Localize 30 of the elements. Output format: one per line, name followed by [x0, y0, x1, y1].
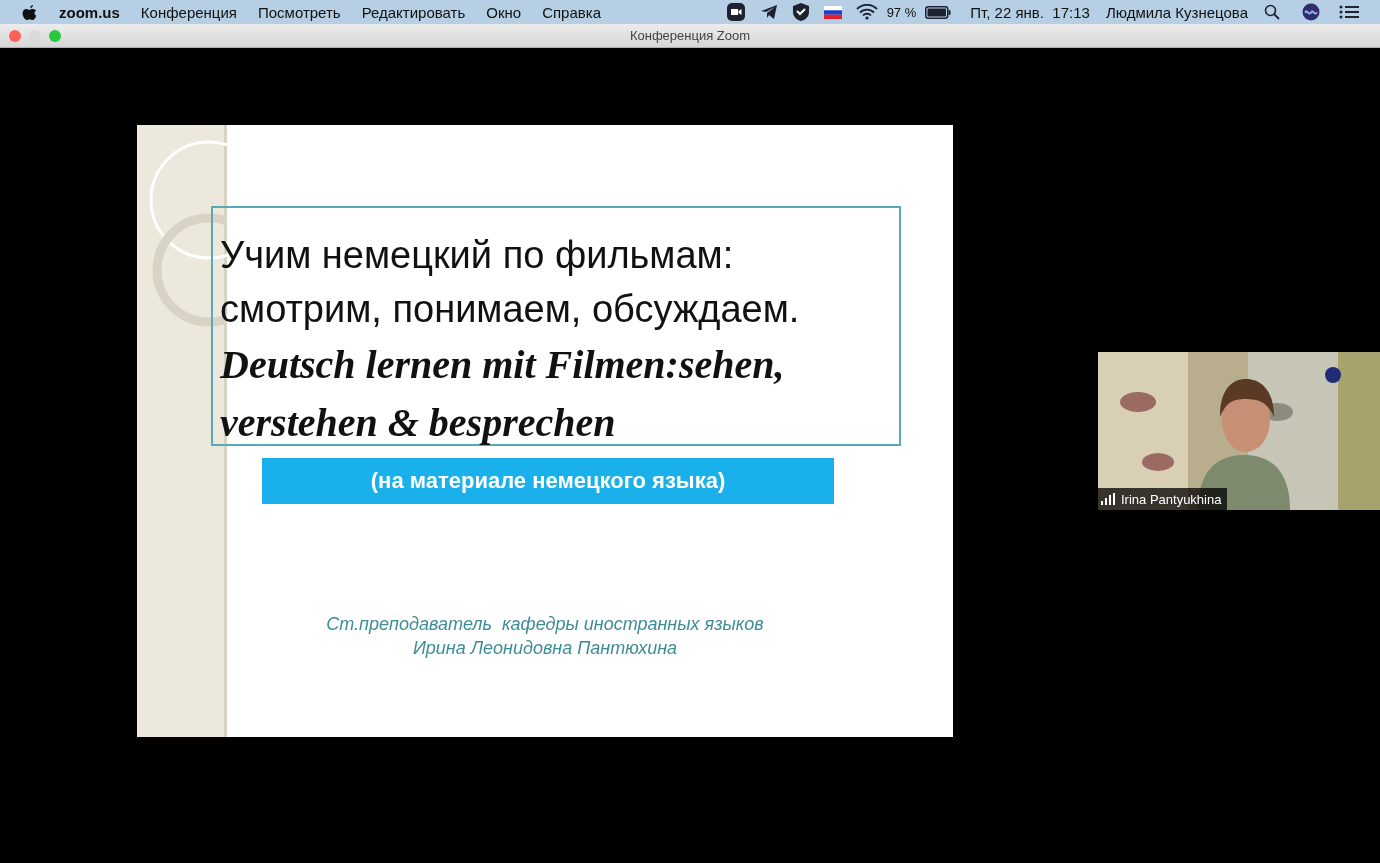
camera-icon[interactable]: [725, 2, 746, 22]
subtitle-banner: (на материале немецкого языка): [262, 458, 834, 504]
battery-percentage: 97 %: [886, 4, 917, 20]
user-name[interactable]: Людмила Кузнецова: [1105, 3, 1248, 21]
orb-icon[interactable]: [1302, 3, 1320, 21]
window-title: Конференция Zoom: [629, 28, 751, 43]
flag-icon[interactable]: [823, 5, 842, 19]
slide-title-line: Учим немецкий по фильмам:: [220, 233, 735, 278]
list-icon[interactable]: [1339, 5, 1359, 19]
author-line: Ст.преподаватель кафедры иностранных языков: [326, 613, 764, 636]
wifi-icon[interactable]: [855, 4, 878, 20]
author-line: Ирина Леонидовна Пантюхина: [412, 637, 678, 660]
participant-name: Irina Pantyukhina: [1121, 491, 1222, 507]
menu-item[interactable]: Окно: [486, 3, 522, 21]
german-title-line: Deutsch lernen mit Filmen:sehen,: [220, 341, 786, 389]
menu-item[interactable]: Справка: [542, 3, 601, 21]
search-icon[interactable]: [1264, 4, 1280, 20]
apple-icon[interactable]: [22, 3, 37, 21]
paper-plane-icon[interactable]: [759, 4, 778, 20]
signal-icon: [1100, 493, 1116, 505]
app-menu[interactable]: zoom.us: [59, 3, 120, 21]
menu-item[interactable]: Редактировать: [361, 3, 466, 21]
german-title-line: verstehen & besprechen: [220, 399, 617, 447]
battery-icon[interactable]: [925, 5, 952, 19]
menu-item[interactable]: Конференция: [140, 3, 237, 21]
shield-icon[interactable]: [791, 2, 810, 22]
video-tile[interactable]: Irina Pantyukhina: [1098, 352, 1380, 510]
menu-item[interactable]: Посмотреть: [257, 3, 341, 21]
date-time[interactable]: Пт, 22 янв. 17:13: [970, 3, 1090, 21]
slide-title-line: смотрим, понимаем, обсуждаем.: [220, 287, 801, 332]
